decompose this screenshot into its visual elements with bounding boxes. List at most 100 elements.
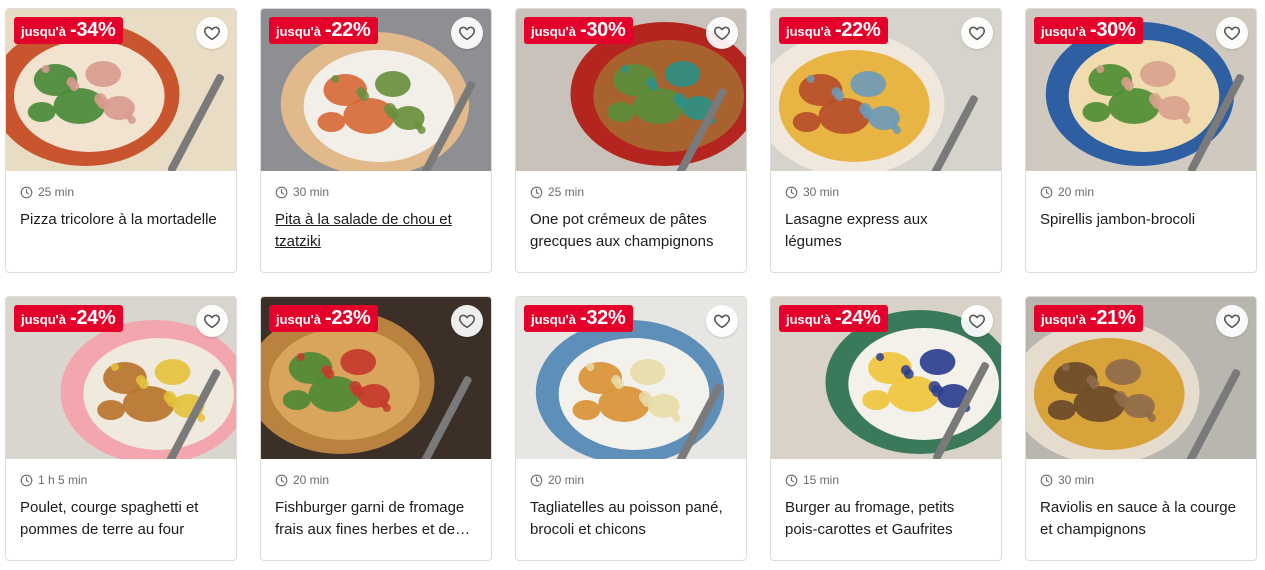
discount-badge: jusqu'à -24% (779, 305, 888, 332)
favorite-button[interactable] (961, 305, 993, 337)
recipe-image[interactable]: jusqu'à -24% (6, 297, 236, 459)
discount-badge: jusqu'à -22% (779, 17, 888, 44)
favorite-button[interactable] (451, 305, 483, 337)
favorite-button[interactable] (196, 305, 228, 337)
discount-badge: jusqu'à -21% (1034, 305, 1143, 332)
recipe-card[interactable]: jusqu'à -30% 20 min Spirellis jambon-brocol… (1025, 8, 1257, 273)
heart-outline-icon (458, 26, 476, 41)
recipe-card[interactable]: jusqu'à -30% 25 min One pot crémeux de pâte… (515, 8, 747, 273)
recipe-card[interactable]: jusqu'à -34% 25 min Pizza tricolore à la mo… (5, 8, 237, 273)
cooking-time-text: 30 min (293, 185, 330, 199)
recipe-grid: jusqu'à -34% 25 min Pizza tricolore à la mo… (5, 8, 1257, 561)
recipe-card[interactable]: jusqu'à -22% 30 min Lasagne express aux lég… (770, 8, 1002, 273)
discount-prefix: jusqu'à (786, 312, 831, 327)
cooking-time: 30 min (1040, 473, 1094, 487)
heart-outline-icon (968, 314, 986, 329)
recipe-image[interactable]: jusqu'à -34% (6, 9, 236, 171)
recipe-image[interactable]: jusqu'à -22% (771, 9, 1001, 171)
discount-prefix: jusqu'à (1041, 24, 1086, 39)
cooking-time: 20 min (275, 473, 329, 487)
heart-outline-icon (203, 314, 221, 329)
discount-value: -24% (70, 307, 116, 329)
discount-badge: jusqu'à -23% (269, 305, 378, 332)
discount-badge: jusqu'à -30% (524, 17, 633, 44)
cooking-time-text: 1 h 5 min (38, 473, 88, 487)
recipe-card[interactable]: jusqu'à -21% 30 min Raviolis en sauce à la … (1025, 296, 1257, 561)
clock-icon (1040, 186, 1053, 198)
recipe-image[interactable]: jusqu'à -23% (261, 297, 491, 459)
discount-prefix: jusqu'à (786, 24, 831, 39)
discount-badge: jusqu'à -30% (1034, 17, 1143, 44)
recipe-image[interactable]: jusqu'à -21% (1026, 297, 1256, 459)
recipe-title[interactable]: Burger au fromage, petits pois-carottes … (785, 497, 987, 541)
recipe-title[interactable]: Spirellis jambon-brocoli (1040, 209, 1242, 231)
heart-outline-icon (458, 314, 476, 329)
heart-outline-icon (1223, 26, 1241, 41)
discount-prefix: jusqu'à (21, 312, 66, 327)
recipe-title[interactable]: Raviolis en sauce à la courge et champig… (1040, 497, 1242, 541)
recipe-image[interactable]: jusqu'à -24% (771, 297, 1001, 459)
favorite-button[interactable] (196, 17, 228, 49)
cooking-time: 30 min (275, 185, 329, 199)
discount-value: -22% (325, 19, 371, 41)
recipe-title[interactable]: Pizza tricolore à la mortadelle (20, 209, 222, 231)
cooking-time: 15 min (785, 473, 839, 487)
discount-value: -34% (70, 19, 116, 41)
favorite-button[interactable] (451, 17, 483, 49)
recipe-title[interactable]: Fishburger garni de fromage frais aux fi… (275, 497, 477, 541)
discount-value: -24% (835, 307, 881, 329)
recipe-image[interactable]: jusqu'à -30% (1026, 9, 1256, 171)
discount-prefix: jusqu'à (276, 312, 321, 327)
cooking-time: 25 min (530, 185, 584, 199)
cooking-time: 25 min (20, 185, 74, 199)
cooking-time-text: 20 min (1058, 185, 1095, 199)
clock-icon (785, 186, 798, 198)
discount-badge: jusqu'à -34% (14, 17, 123, 44)
favorite-button[interactable] (706, 305, 738, 337)
heart-outline-icon (713, 26, 731, 41)
clock-icon (1040, 474, 1053, 486)
discount-prefix: jusqu'à (276, 24, 321, 39)
discount-value: -23% (325, 307, 371, 329)
favorite-button[interactable] (1216, 305, 1248, 337)
discount-value: -30% (580, 19, 626, 41)
recipe-title[interactable]: Poulet, courge spaghetti et pommes de te… (20, 497, 222, 541)
cooking-time: 30 min (785, 185, 839, 199)
recipe-card[interactable]: jusqu'à -32% 20 min Tagliatelles au poisson… (515, 296, 747, 561)
discount-value: -32% (580, 307, 626, 329)
recipe-title[interactable]: One pot crémeux de pâtes grecques aux ch… (530, 209, 732, 253)
heart-outline-icon (1223, 314, 1241, 329)
recipe-card[interactable]: jusqu'à -24% 1 h 5 min Poulet, courge spagh… (5, 296, 237, 561)
clock-icon (530, 186, 543, 198)
recipe-image[interactable]: jusqu'à -30% (516, 9, 746, 171)
recipe-card[interactable]: jusqu'à -22% 30 min Pita à la salade de cho… (260, 8, 492, 273)
cooking-time-text: 25 min (38, 185, 75, 199)
recipe-image[interactable]: jusqu'à -32% (516, 297, 746, 459)
cooking-time-text: 30 min (1058, 473, 1095, 487)
clock-icon (275, 186, 288, 198)
cooking-time-text: 25 min (548, 185, 585, 199)
discount-prefix: jusqu'à (1041, 312, 1086, 327)
recipe-title[interactable]: Tagliatelles au poisson pané, brocoli et… (530, 497, 732, 541)
recipe-title[interactable]: Lasagne express aux légumes (785, 209, 987, 253)
cooking-time-text: 20 min (293, 473, 330, 487)
clock-icon (20, 474, 33, 486)
discount-value: -22% (835, 19, 881, 41)
discount-badge: jusqu'à -22% (269, 17, 378, 44)
clock-icon (20, 186, 33, 198)
recipe-title[interactable]: Pita à la salade de chou et tzatziki (275, 209, 477, 253)
discount-value: -30% (1090, 19, 1136, 41)
cooking-time-text: 30 min (803, 185, 840, 199)
recipe-image[interactable]: jusqu'à -22% (261, 9, 491, 171)
favorite-button[interactable] (706, 17, 738, 49)
heart-outline-icon (203, 26, 221, 41)
recipe-card[interactable]: jusqu'à -24% 15 min Burger au fromage, peti… (770, 296, 1002, 561)
discount-value: -21% (1090, 307, 1136, 329)
favorite-button[interactable] (961, 17, 993, 49)
recipe-card[interactable]: jusqu'à -23% 20 min Fishburger garni de fro… (260, 296, 492, 561)
cooking-time-text: 15 min (803, 473, 840, 487)
discount-badge: jusqu'à -32% (524, 305, 633, 332)
clock-icon (530, 474, 543, 486)
favorite-button[interactable] (1216, 17, 1248, 49)
cooking-time-text: 20 min (548, 473, 585, 487)
